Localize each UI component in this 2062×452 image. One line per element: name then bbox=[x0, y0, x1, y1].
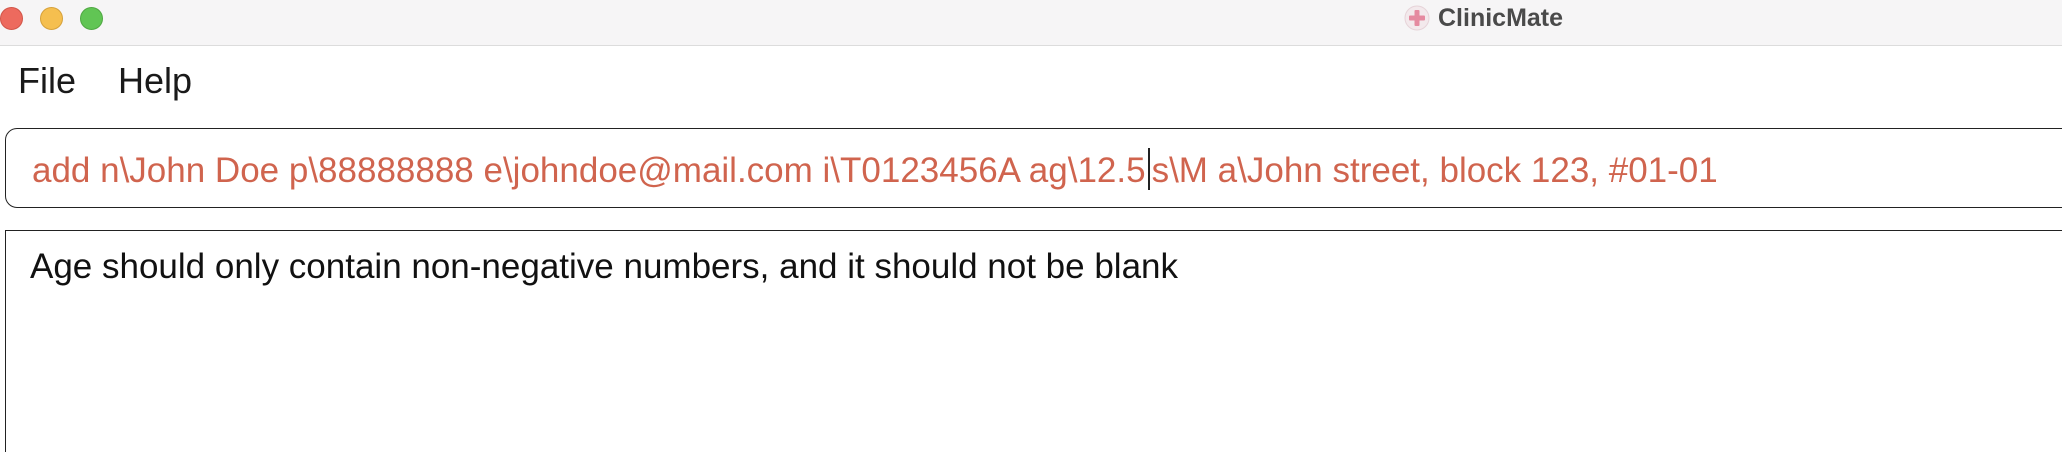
window-title-group: ClinicMate bbox=[1404, 0, 1563, 36]
command-text-before-caret: add n\John Doe p\88888888 e\johndoe@mail… bbox=[32, 151, 1146, 190]
menu-file[interactable]: File bbox=[18, 60, 76, 102]
menu-bar: File Help bbox=[0, 46, 2062, 122]
medical-cross-icon bbox=[1404, 5, 1430, 31]
command-input[interactable]: add n\John Doe p\88888888 e\johndoe@mail… bbox=[5, 128, 2062, 208]
result-display[interactable]: Age should only contain non-negative num… bbox=[5, 230, 2062, 452]
text-caret bbox=[1147, 148, 1150, 190]
zoom-window-button[interactable] bbox=[80, 7, 103, 30]
menu-help[interactable]: Help bbox=[118, 60, 192, 102]
result-message: Age should only contain non-negative num… bbox=[30, 247, 1179, 286]
close-window-button[interactable] bbox=[0, 7, 23, 30]
title-bar[interactable]: ClinicMate bbox=[0, 0, 2062, 46]
command-text-after-caret: s\M a\John street, block 123, #01-01 bbox=[1151, 151, 1718, 190]
app-window: ClinicMate File Help add n\John Doe p\88… bbox=[0, 0, 2062, 452]
command-input-text[interactable]: add n\John Doe p\88888888 e\johndoe@mail… bbox=[32, 148, 1718, 191]
window-title: ClinicMate bbox=[1438, 3, 1564, 32]
minimize-window-button[interactable] bbox=[40, 7, 63, 30]
